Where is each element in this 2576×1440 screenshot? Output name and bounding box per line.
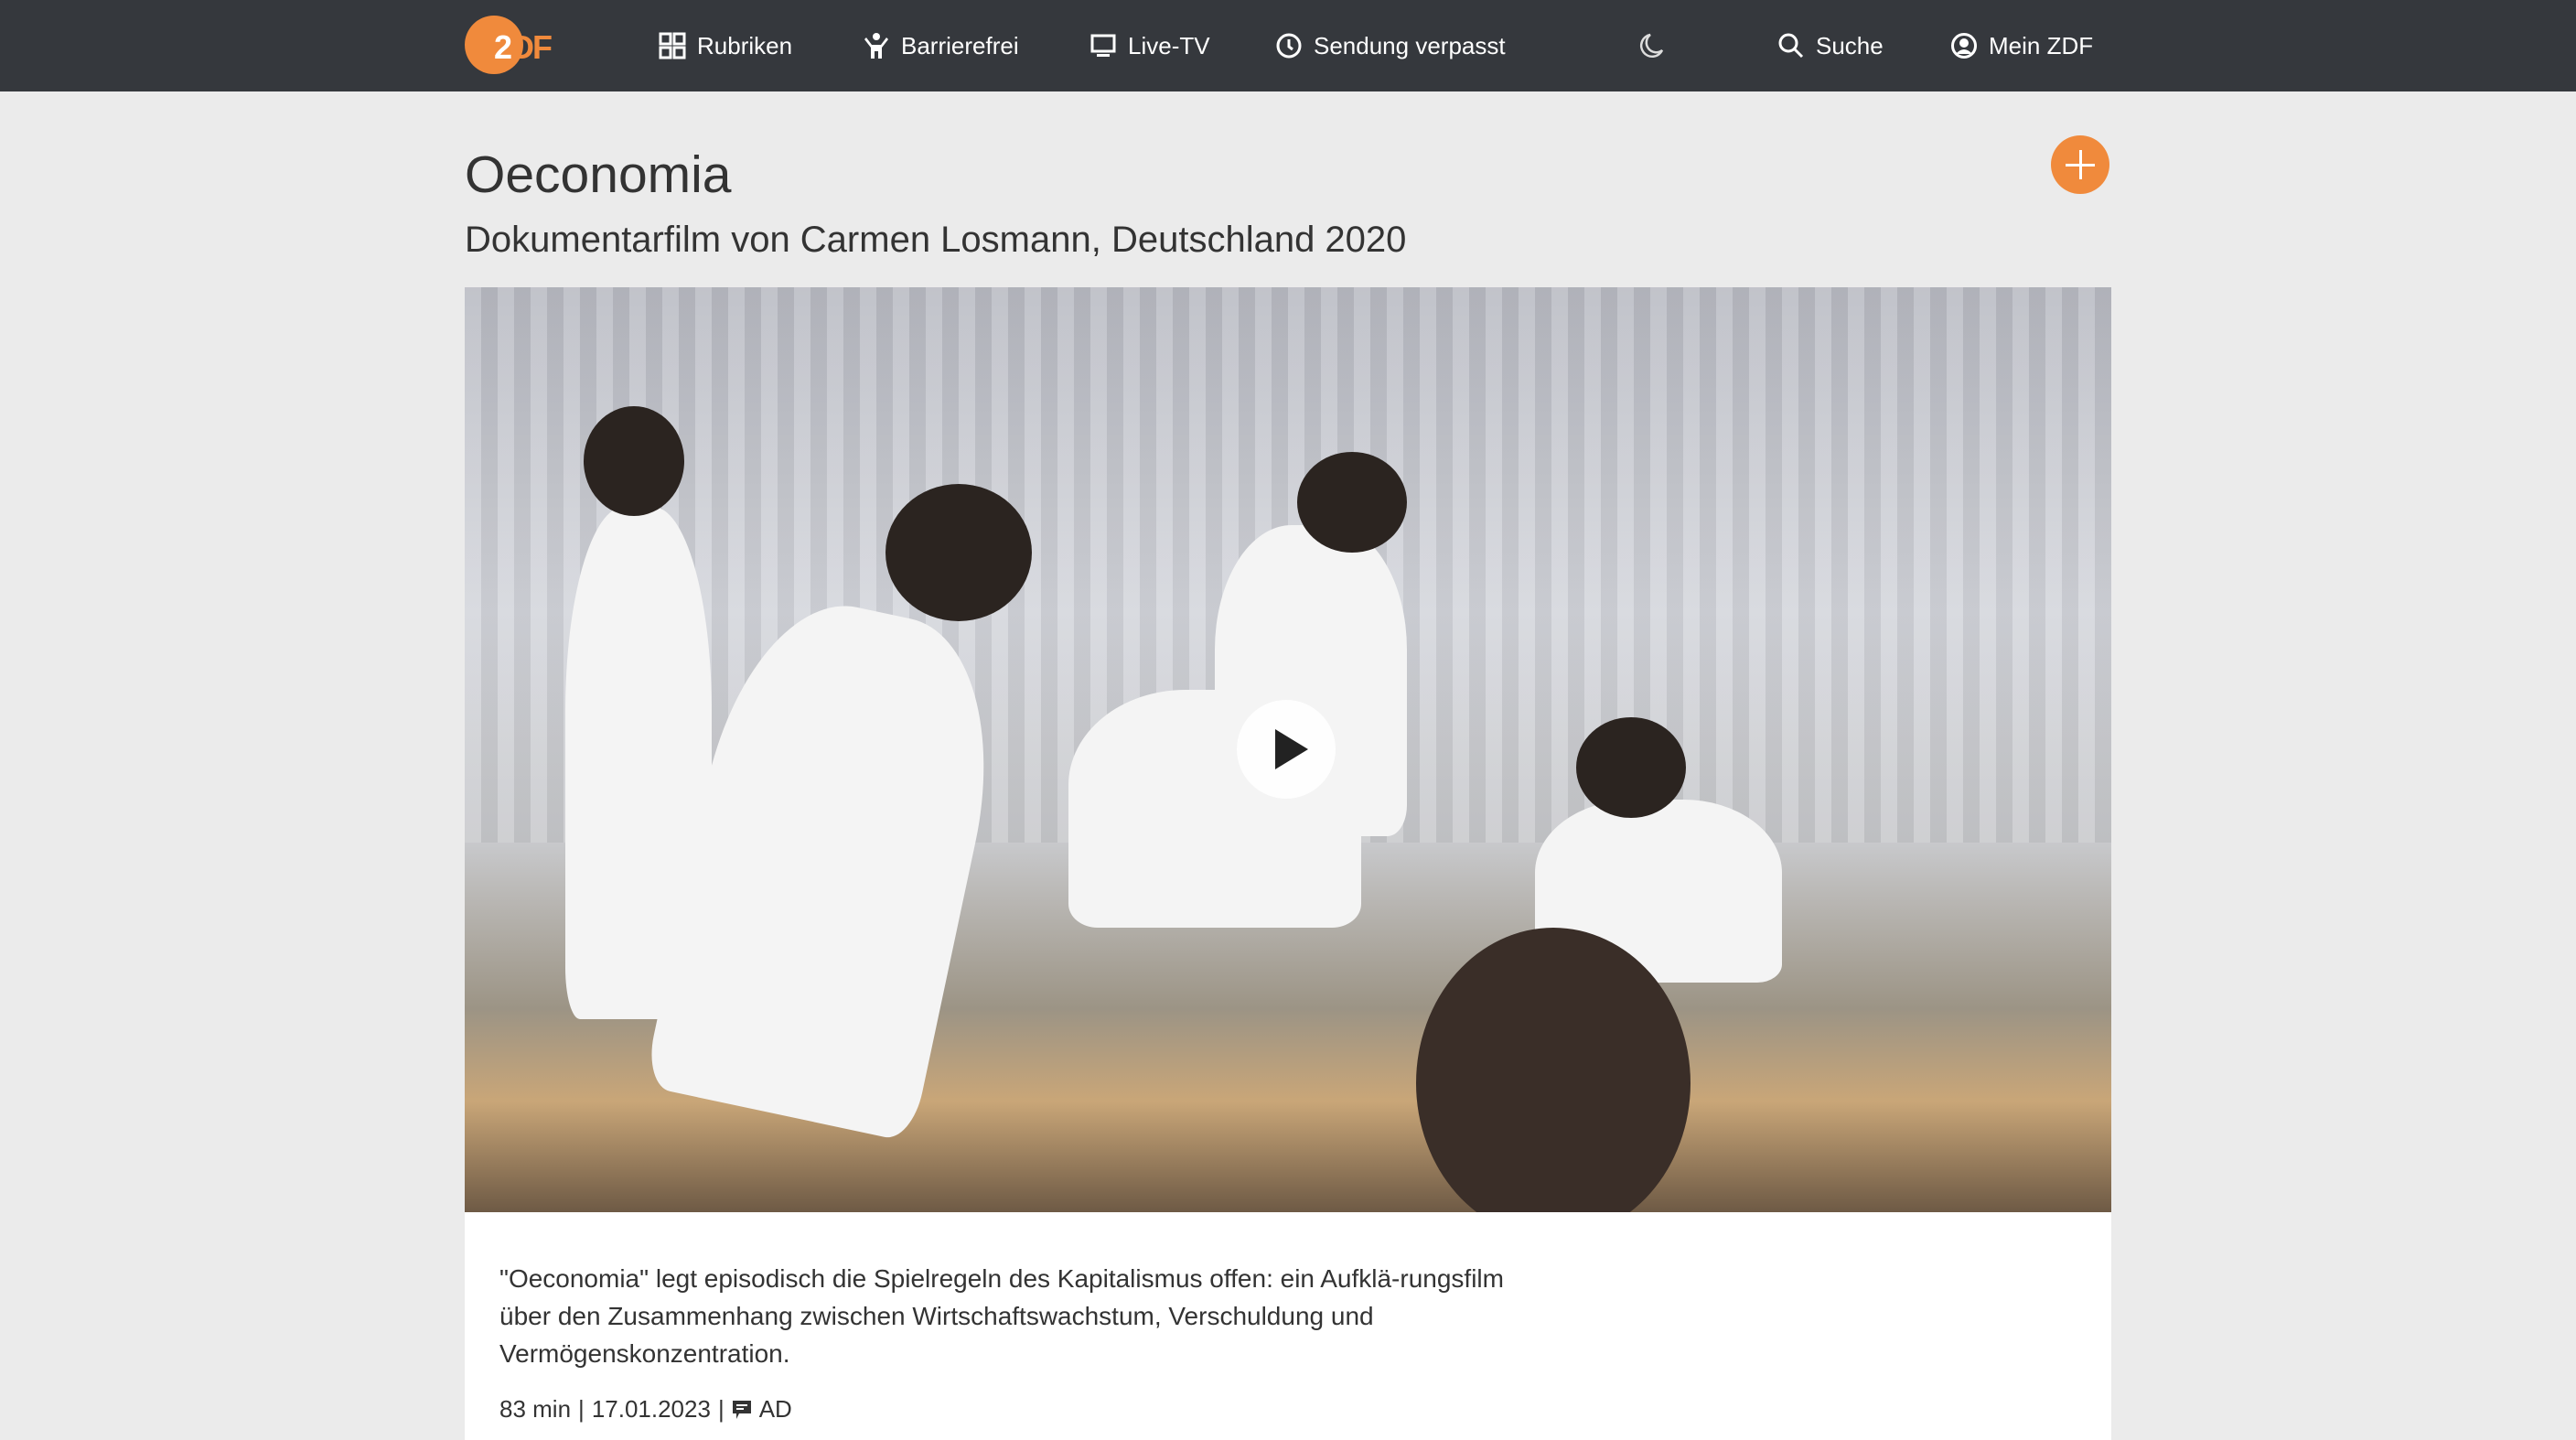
nav-barrierefrei[interactable]: Barrierefrei [863,24,1019,68]
audio-description-icon [732,1399,752,1421]
nav-label: Barrierefrei [901,31,1019,59]
description-text: "Oeconomia" legt episodisch die Spielreg… [499,1264,1504,1368]
description-panel: "Oeconomia" legt episodisch die Spielreg… [465,1212,2111,1440]
separator: | [578,1395,585,1423]
page-subtitle: Dokumentarfilm von Carmen Losmann, Deuts… [465,220,1407,260]
accessibility-icon [863,32,890,59]
nav-rubriken[interactable]: Rubriken [659,24,792,68]
nav-live-tv[interactable]: Live-TV [1089,24,1210,68]
nav-label: Rubriken [697,31,793,59]
video-meta: 83 min | 17.01.2023 | AD [499,1395,792,1424]
duration: 83 min [499,1395,572,1423]
top-navigation: 2DF Rubriken Barrierefrei Live-TV Sendun… [0,0,2576,91]
zdf-logo[interactable]: 2DF [465,12,565,78]
nav-label: Sendung verpasst [1314,31,1506,59]
search-button[interactable]: Suche [1777,24,1884,68]
search-label: Suche [1816,31,1884,59]
nav-label: Live-TV [1128,31,1210,59]
page-title: Oeconomia [465,145,732,204]
mein-zdf-button[interactable]: Mein ZDF [1950,24,2093,68]
user-icon [1950,32,1978,59]
nav-sendung-verpasst[interactable]: Sendung verpasst [1275,24,1506,68]
add-to-watchlist-button[interactable] [2051,135,2109,194]
video-player[interactable] [465,287,2111,1212]
play-button[interactable] [1237,700,1336,799]
moon-icon [1637,32,1665,59]
audio-description-label: AD [758,1395,792,1423]
separator: | [717,1395,724,1423]
air-date: 17.01.2023 [591,1395,711,1423]
search-icon [1777,32,1805,59]
tv-icon [1089,32,1117,59]
dark-mode-toggle[interactable] [1637,24,1665,68]
clock-icon [1275,32,1303,59]
grid-icon [659,32,686,59]
account-label: Mein ZDF [1989,31,2094,59]
